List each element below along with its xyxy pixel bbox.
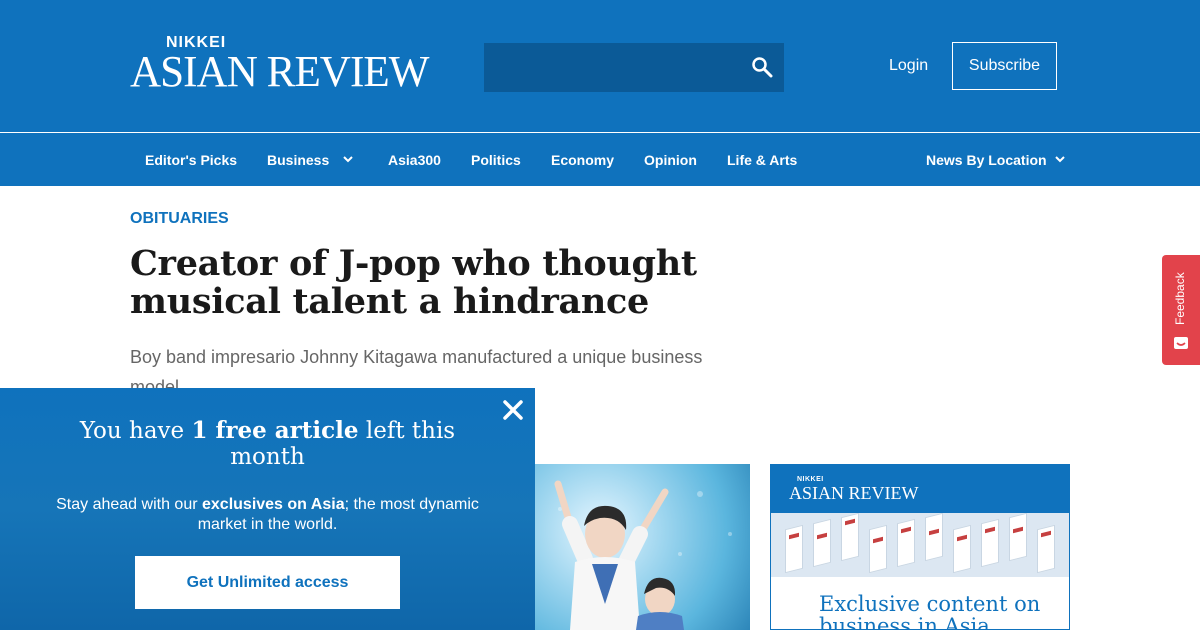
article-section-label[interactable]: OBITUARIES — [130, 210, 229, 228]
ad-device-mockups — [771, 513, 1069, 577]
close-icon[interactable] — [501, 398, 525, 422]
paywall-title-count: 1 free article — [191, 417, 359, 444]
subscribe-button[interactable]: Subscribe — [952, 42, 1057, 90]
article-headline: Creator of J-pop who thought musical tal… — [130, 243, 697, 322]
ad-headline: Exclusive content on business in Asia — [819, 592, 1041, 630]
login-link[interactable]: Login — [889, 57, 928, 75]
get-unlimited-access-button[interactable]: Get Unlimited access — [135, 556, 400, 609]
nav-item-opinion[interactable]: Opinion — [644, 152, 697, 168]
nav-item-editors-picks[interactable]: Editor's Picks — [145, 152, 237, 168]
article-photo — [500, 464, 750, 630]
feedback-smile-icon — [1174, 337, 1188, 349]
site-header: NIKKEI ASIAN REVIEW Login Subscribe — [0, 0, 1200, 132]
chevron-down-icon[interactable] — [1054, 153, 1066, 165]
ad-logo-asian-review-text: ASIAN REVIEW — [789, 483, 919, 503]
paywall-desc-bold: exclusives on Asia — [202, 496, 345, 513]
feedback-label: Feedback — [1173, 272, 1187, 325]
nav-item-news-by-location[interactable]: News By Location — [926, 152, 1047, 168]
search-icon[interactable] — [750, 55, 774, 79]
nav-item-business[interactable]: Business — [267, 152, 329, 168]
feedback-tab[interactable]: Feedback — [1162, 255, 1200, 365]
paywall-description: Stay ahead with our exclusives on Asia; … — [40, 495, 495, 535]
chevron-down-icon[interactable] — [342, 153, 354, 165]
nav-item-economy[interactable]: Economy — [551, 152, 614, 168]
nav-item-asia300[interactable]: Asia300 — [388, 152, 441, 168]
paywall-modal: You have 1 free article left this month … — [0, 388, 535, 630]
ad-header: NIKKEI ASIAN REVIEW — [771, 465, 1069, 513]
main-nav: Editor's Picks Business Asia300 Politics… — [0, 133, 1200, 186]
subscription-ad[interactable]: NIKKEI ASIAN REVIEW Exclusive content on… — [770, 464, 1070, 630]
nav-item-politics[interactable]: Politics — [471, 152, 521, 168]
nav-item-life-arts[interactable]: Life & Arts — [727, 152, 797, 168]
paywall-title-pre: You have — [79, 418, 192, 444]
site-logo[interactable]: NIKKEI ASIAN REVIEW — [130, 34, 430, 96]
search-input[interactable] — [484, 43, 784, 92]
performer-photo-illustration — [517, 480, 732, 630]
ad-logo-nikkei-text: NIKKEI — [797, 476, 824, 483]
paywall-title: You have 1 free article left this month — [40, 417, 495, 471]
paywall-desc-pre: Stay ahead with our — [56, 496, 202, 513]
logo-asian-review-text: ASIAN REVIEW — [130, 47, 429, 96]
